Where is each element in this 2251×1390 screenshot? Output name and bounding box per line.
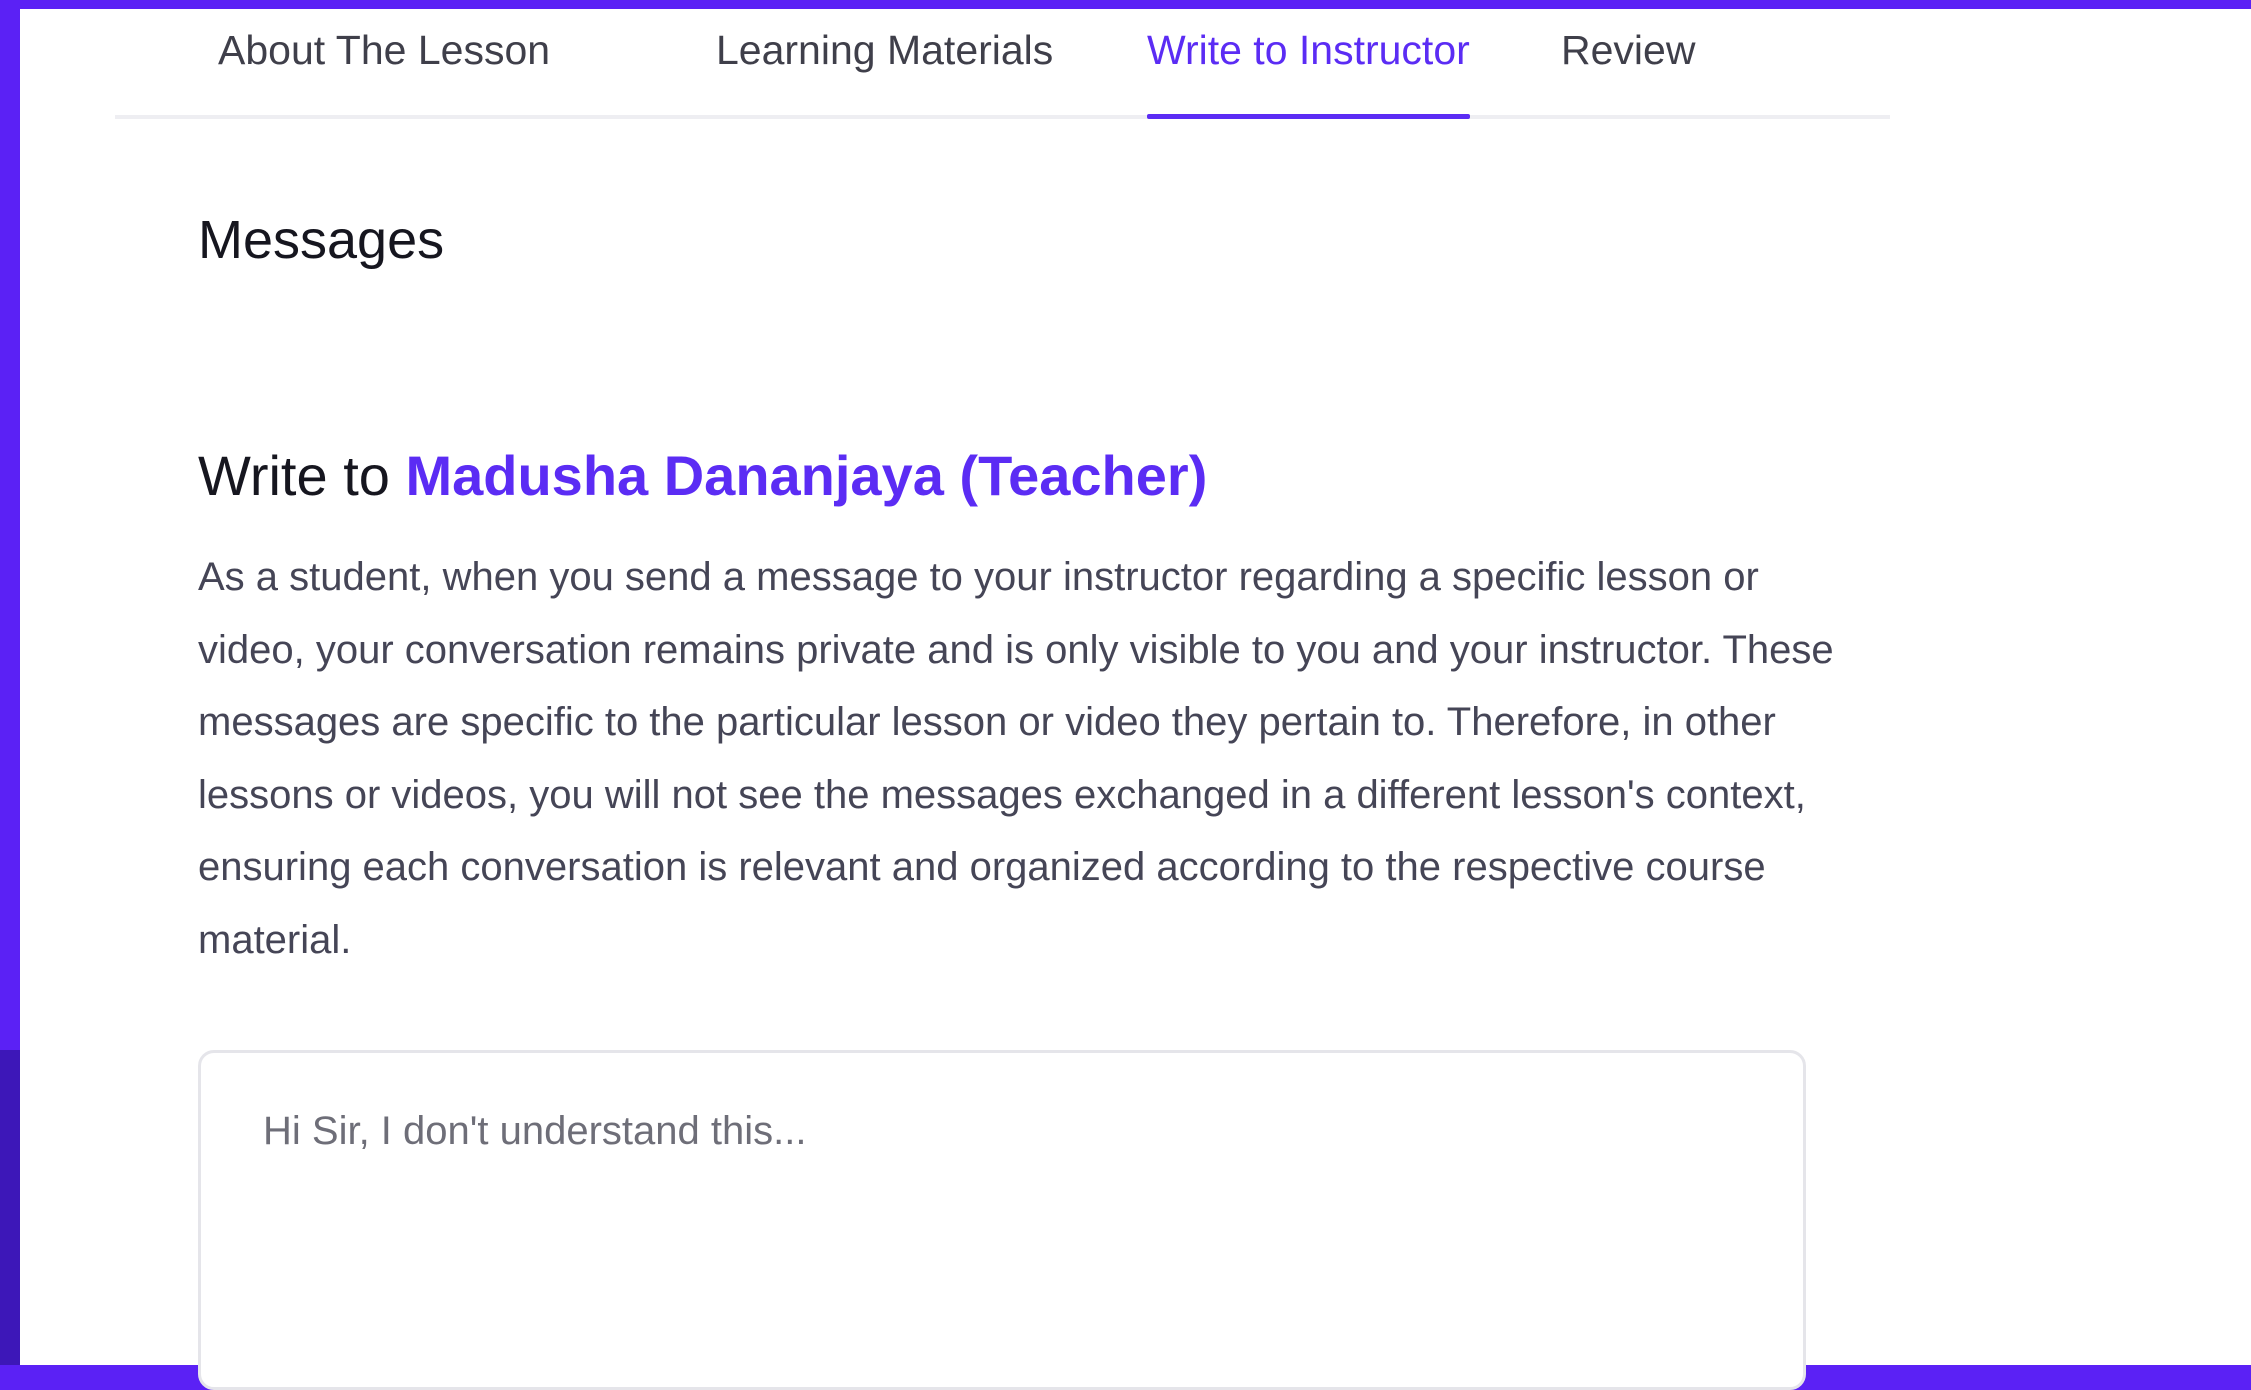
instructor-name: Madusha Dananjaya (Teacher)	[405, 444, 1208, 507]
tab-write-to-instructor[interactable]: Write to Instructor	[1147, 9, 1470, 119]
tab-review[interactable]: Review	[1561, 9, 1695, 115]
write-to-heading: Write to Madusha Dananjaya (Teacher)	[198, 439, 1207, 513]
message-input-box	[198, 1050, 1806, 1390]
frame-shadow	[0, 1050, 20, 1365]
messages-heading: Messages	[198, 210, 445, 270]
tab-about-the-lesson[interactable]: About The Lesson	[218, 9, 550, 115]
lesson-panel: About The Lesson Learning Materials Writ…	[20, 9, 2251, 1390]
private-messaging-description: As a student, when you send a message to…	[198, 555, 1834, 962]
lesson-tabs: About The Lesson Learning Materials Writ…	[115, 9, 1890, 119]
write-to-prefix: Write to	[198, 444, 406, 507]
message-textarea[interactable]	[201, 1053, 1803, 1387]
tab-learning-materials[interactable]: Learning Materials	[716, 9, 1053, 115]
